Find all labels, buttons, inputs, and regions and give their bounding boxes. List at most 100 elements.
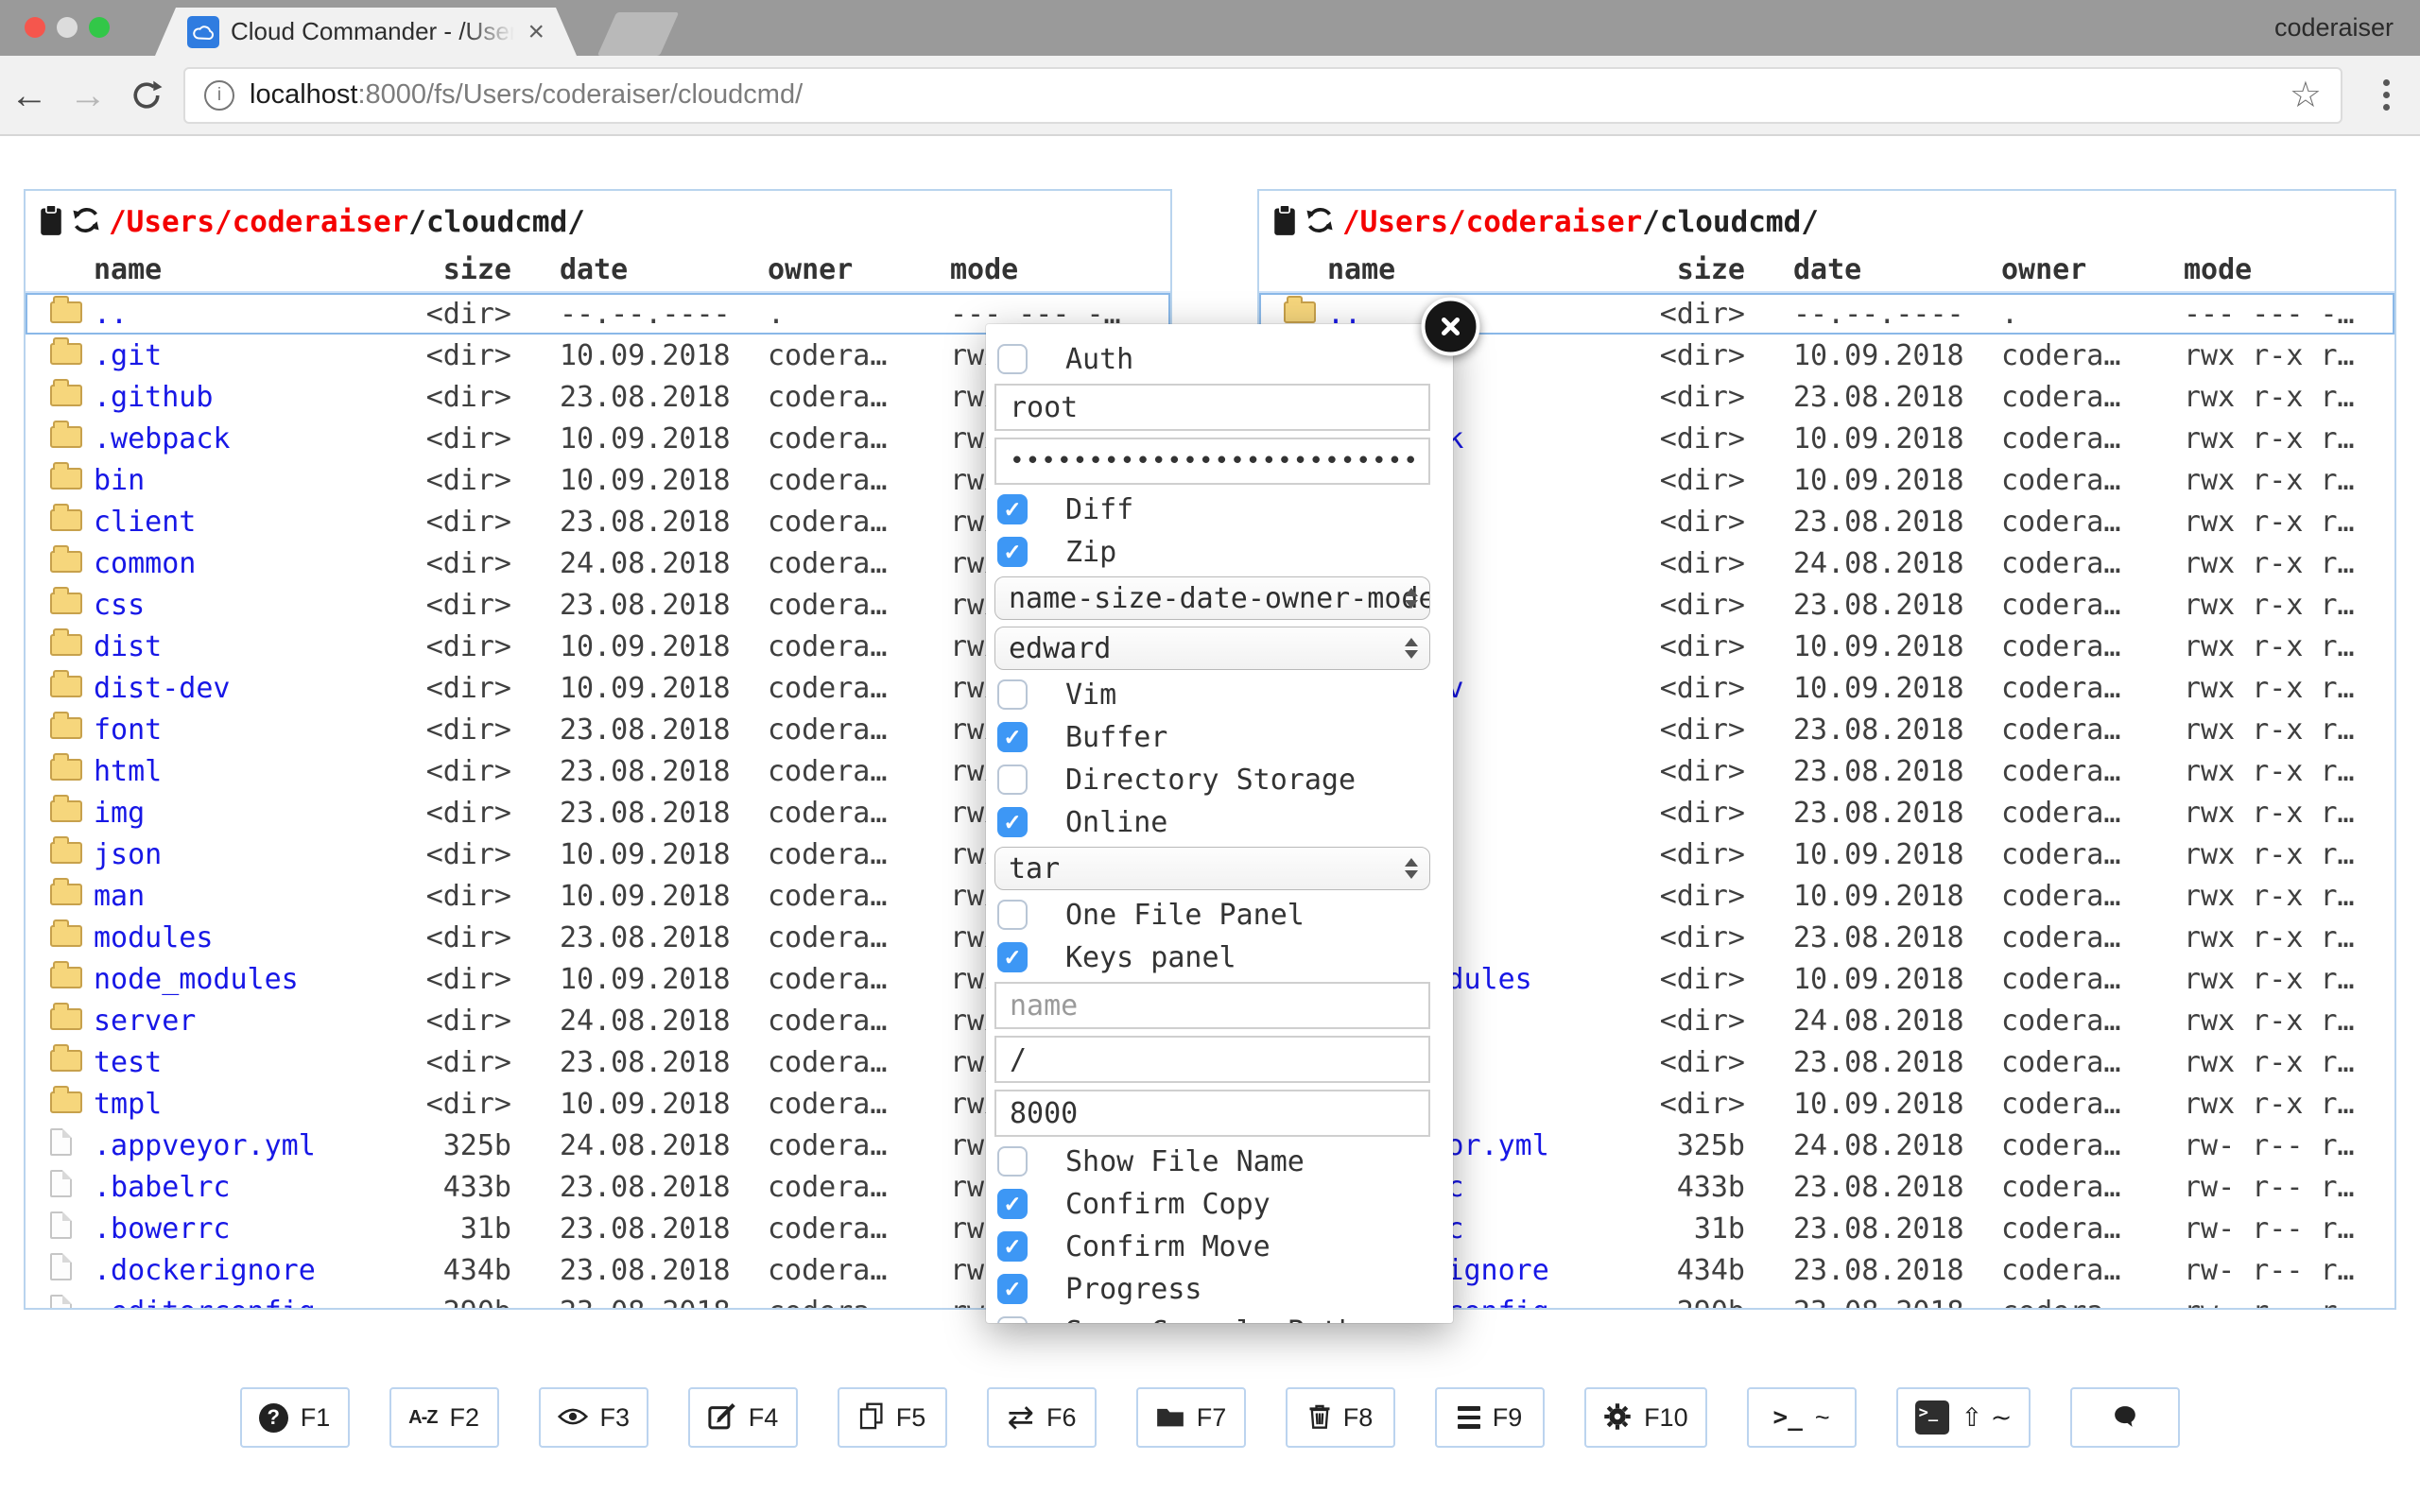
close-window-button[interactable] [25,17,45,38]
key-view-button[interactable]: F3 [539,1387,649,1448]
page-info-icon[interactable]: i [204,80,234,111]
file-name[interactable]: client [94,506,417,539]
file-mode: rwx r-x r… [2148,547,2394,580]
file-owner: codera… [1953,1046,2148,1079]
browser-tab[interactable]: Cloud Commander - /Users/co × [155,8,577,56]
zoom-window-button[interactable] [89,17,110,38]
file-name[interactable]: dist-dev [94,672,417,705]
show-file-name-checkbox[interactable] [997,1146,1028,1177]
copy-path-icon[interactable] [1272,204,1297,241]
file-name[interactable]: .github [94,381,417,414]
file-size: <dir> [1651,755,1745,788]
columns-select[interactable]: name-size-date-owner-mode [994,576,1430,620]
diff-checkbox[interactable]: ✓ [997,494,1028,524]
profile-name[interactable]: coderaiser [2274,13,2394,43]
file-name[interactable]: .. [94,298,417,331]
path-rest[interactable]: /cloudcmd/ [408,205,585,239]
column-name[interactable]: name [94,253,417,286]
file-name[interactable]: html [94,755,417,788]
path-accent[interactable]: /Users/coderaiser [1342,205,1642,239]
file-name[interactable]: tmpl [94,1088,417,1121]
file-name[interactable]: .webpack [94,422,417,455]
column-owner[interactable]: owner [719,253,914,286]
file-name[interactable]: modules [94,921,417,954]
file-name[interactable]: server [94,1005,417,1038]
packer-select[interactable]: tar [994,847,1430,890]
file-name[interactable]: .dockerignore [94,1254,417,1287]
column-date[interactable]: date [511,253,719,286]
file-name[interactable]: json [94,838,417,871]
online-checkbox[interactable]: ✓ [997,807,1028,837]
key-chat-button[interactable] [2070,1387,2180,1448]
file-name[interactable]: .editorconfig [94,1296,417,1309]
file-name[interactable]: img [94,797,417,830]
password-field[interactable] [996,447,1428,475]
file-name[interactable]: font [94,713,417,747]
column-size[interactable]: size [417,253,511,286]
key-config-button[interactable]: F10 [1584,1387,1707,1448]
key-terminal-button[interactable]: >_⇧ ~ [1896,1387,2031,1448]
folder-icon [1156,1405,1184,1431]
refresh-icon[interactable] [71,205,101,240]
file-date: 10.09.2018 [511,672,719,705]
column-size[interactable]: size [1651,253,1745,286]
path-accent[interactable]: /Users/coderaiser [109,205,408,239]
column-mode[interactable]: mode [2148,253,2394,286]
prefix-field[interactable] [996,1043,1428,1076]
directory-storage-checkbox[interactable] [997,765,1028,795]
column-name[interactable]: name [1327,253,1651,286]
browser-menu-icon[interactable] [2360,79,2412,111]
bookmark-star-icon[interactable]: ☆ [2290,77,2322,113]
panel-path[interactable]: /Users/coderaiser/cloudcmd/ [109,205,585,239]
minimize-window-button[interactable] [57,17,78,38]
key-rename-button[interactable]: A-ZF2 [389,1387,499,1448]
reload-icon[interactable] [117,79,176,112]
key-new-dir-button[interactable]: F7 [1136,1387,1246,1448]
file-name[interactable]: man [94,880,417,913]
url-bar[interactable]: i localhost:8000/fs/Users/coderaiser/clo… [183,67,2342,124]
editor-select[interactable]: edward [994,627,1430,670]
copy-path-icon[interactable] [39,204,63,241]
sync-console-path-checkbox[interactable] [997,1316,1028,1323]
file-name[interactable]: common [94,547,417,580]
confirm-move-checkbox[interactable]: ✓ [997,1231,1028,1262]
column-date[interactable]: date [1745,253,1953,286]
tab-close-icon[interactable]: × [527,18,544,46]
file-date: 23.08.2018 [1745,1171,1953,1204]
key-delete-button[interactable]: F8 [1286,1387,1395,1448]
file-name[interactable]: node_modules [94,963,417,996]
file-name[interactable]: test [94,1046,417,1079]
panel-path[interactable]: /Users/coderaiser/cloudcmd/ [1342,205,1819,239]
buffer-checkbox[interactable]: ✓ [997,722,1028,752]
name-field[interactable] [996,989,1428,1022]
key-move-button[interactable]: ⇄F6 [987,1387,1097,1448]
auth-checkbox[interactable] [997,344,1028,374]
back-icon[interactable]: ← [0,77,59,114]
username-field[interactable] [996,391,1428,424]
file-name[interactable]: .bowerrc [94,1212,417,1246]
file-name[interactable]: css [94,589,417,622]
path-rest[interactable]: /cloudcmd/ [1642,205,1819,239]
refresh-icon[interactable] [1305,205,1335,240]
file-name[interactable]: bin [94,464,417,497]
confirm-copy-checkbox[interactable]: ✓ [997,1189,1028,1219]
key-copy-button[interactable]: F5 [838,1387,947,1448]
key-edit-button[interactable]: F4 [688,1387,798,1448]
online-label: Online [1065,806,1167,839]
column-mode[interactable]: mode [914,253,1170,286]
progress-checkbox[interactable]: ✓ [997,1274,1028,1304]
keys-panel-checkbox[interactable]: ✓ [997,942,1028,972]
column-owner[interactable]: owner [1953,253,2148,286]
file-name[interactable]: .appveyor.yml [94,1129,417,1162]
key-console-button[interactable]: >_~ [1747,1387,1857,1448]
zip-checkbox[interactable]: ✓ [997,537,1028,567]
file-name[interactable]: .git [94,339,417,372]
key-menu-button[interactable]: F9 [1435,1387,1545,1448]
port-field[interactable] [996,1097,1428,1130]
file-name[interactable]: .babelrc [94,1171,417,1204]
new-tab-button[interactable] [597,12,679,56]
key-help-button[interactable]: ?F1 [240,1387,350,1448]
one-file-panel-checkbox[interactable] [997,900,1028,930]
vim-checkbox[interactable] [997,679,1028,710]
file-name[interactable]: dist [94,630,417,663]
